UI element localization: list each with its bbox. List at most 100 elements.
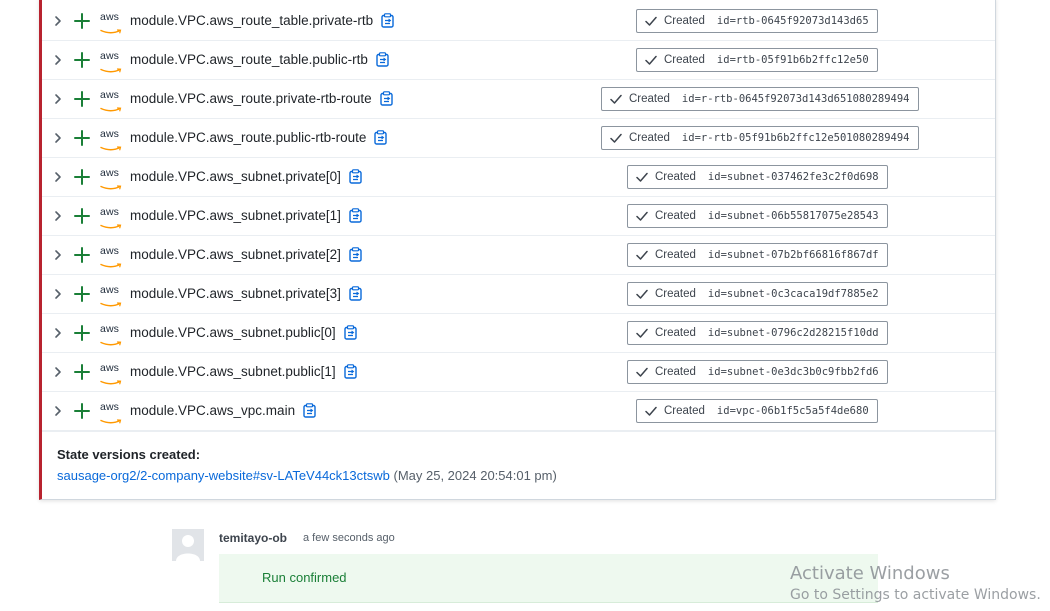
resource-row[interactable]: aws module.VPC.aws_vpc.main Created id=v…: [42, 392, 995, 431]
resource-name: module.VPC.aws_subnet.private[0]: [130, 169, 362, 187]
aws-logo-icon: aws: [100, 245, 122, 268]
state-version-link[interactable]: sausage-org2/2-company-website#sv-LATeV4…: [57, 468, 390, 483]
plus-icon: [74, 247, 90, 263]
chevron-right-icon[interactable]: [52, 287, 64, 301]
resource-row[interactable]: aws module.VPC.aws_subnet.private[1] Cre…: [42, 197, 995, 236]
resource-name: module.VPC.aws_route.private-rtb-route: [130, 91, 393, 109]
resource-name-text: module.VPC.aws_subnet.private[1]: [130, 208, 341, 223]
chevron-right-icon[interactable]: [52, 209, 64, 223]
resource-name: module.VPC.aws_vpc.main: [130, 403, 316, 421]
checkmark-icon: [645, 55, 657, 65]
clipboard-icon[interactable]: [379, 91, 393, 109]
checkmark-icon: [636, 367, 648, 377]
apply-results-panel: aws module.VPC.aws_route_table.private-r…: [39, 0, 996, 500]
resource-name-text: module.VPC.aws_subnet.private[3]: [130, 286, 341, 301]
resource-row[interactable]: aws module.VPC.aws_subnet.private[2] Cre…: [42, 236, 995, 275]
status-text: Created: [629, 93, 670, 105]
status-text: Created: [655, 327, 696, 339]
clipboard-icon[interactable]: [381, 13, 394, 31]
status-label: Created: [602, 88, 678, 110]
chevron-right-icon[interactable]: [52, 170, 64, 184]
plus-icon: [74, 208, 90, 224]
aws-logo-icon: aws: [100, 90, 122, 112]
resource-id: id=subnet-07b2bf66816f867df: [707, 249, 879, 261]
plus-icon: [74, 286, 90, 302]
status-badge: Created id=rtb-0645f92073d143d65: [636, 9, 878, 33]
chevron-right-icon[interactable]: [52, 248, 64, 262]
resource-name-text: module.VPC.aws_route.private-rtb-route: [130, 91, 372, 106]
chevron-right-icon[interactable]: [52, 131, 64, 145]
status-label: Created: [628, 166, 704, 188]
status-badge: Created id=subnet-06b55817075e28543: [627, 204, 888, 228]
divider: [42, 431, 995, 432]
clipboard-icon[interactable]: [343, 325, 357, 343]
resource-row[interactable]: aws module.VPC.aws_route.private-rtb-rou…: [42, 80, 995, 119]
plus-icon: [74, 325, 90, 341]
chevron-right-icon[interactable]: [52, 14, 64, 28]
clipboard-icon[interactable]: [349, 247, 362, 265]
status-text: Created: [664, 15, 705, 27]
clipboard-icon[interactable]: [374, 130, 388, 148]
resource-name-text: module.VPC.aws_route.public-rtb-route: [130, 130, 367, 145]
status-text: Created: [664, 54, 705, 66]
resource-name: module.VPC.aws_subnet.public[0]: [130, 325, 357, 343]
resource-name: module.VPC.aws_subnet.public[1]: [130, 364, 357, 382]
resource-id: id=r-rtb-05f91b6b2ffc12e501080289494: [681, 132, 910, 144]
resource-id: id=subnet-0c3caca19df7885e2: [707, 288, 879, 300]
clipboard-icon[interactable]: [349, 208, 362, 226]
plus-icon: [74, 13, 90, 29]
chevron-right-icon[interactable]: [52, 53, 64, 67]
status-badge: Created id=subnet-0e3dc3b0c9fbb2fd6: [627, 360, 888, 384]
checkmark-icon: [636, 172, 648, 182]
resource-row[interactable]: aws module.VPC.aws_route_table.public-rt…: [42, 41, 995, 80]
status-text: Created: [655, 366, 696, 378]
status-label: Created: [628, 361, 704, 383]
resource-row[interactable]: aws module.VPC.aws_subnet.private[3] Cre…: [42, 275, 995, 314]
checkmark-icon: [636, 289, 648, 299]
resource-row[interactable]: aws module.VPC.aws_subnet.public[1] Crea…: [42, 353, 995, 392]
resource-row[interactable]: aws module.VPC.aws_subnet.private[0] Cre…: [42, 158, 995, 197]
resource-name: module.VPC.aws_subnet.private[1]: [130, 208, 362, 226]
plus-icon: [74, 169, 90, 185]
clipboard-icon[interactable]: [343, 364, 357, 382]
chevron-right-icon[interactable]: [52, 365, 64, 379]
checkmark-icon: [645, 16, 657, 26]
status-badge: Created id=subnet-0c3caca19df7885e2: [627, 282, 888, 306]
status-badge: Created id=vpc-06b1f5c5a5f4de680: [636, 399, 878, 423]
clipboard-icon[interactable]: [376, 52, 389, 70]
aws-logo-text: aws: [100, 245, 119, 257]
status-text: Created: [664, 405, 705, 417]
resource-name: module.VPC.aws_route_table.private-rtb: [130, 13, 394, 31]
chevron-right-icon[interactable]: [52, 404, 64, 418]
resource-id: id=r-rtb-0645f92073d143d651080289494: [681, 93, 910, 105]
resource-id: id=rtb-0645f92073d143d65: [716, 15, 869, 27]
clipboard-icon[interactable]: [349, 169, 362, 187]
avatar: [172, 529, 204, 561]
plus-icon: [74, 52, 90, 68]
resource-row[interactable]: aws module.VPC.aws_route_table.private-r…: [42, 2, 995, 41]
status-label: Created: [628, 244, 704, 266]
aws-logo-icon: aws: [100, 324, 122, 346]
chevron-right-icon[interactable]: [52, 326, 64, 340]
resource-name: module.VPC.aws_subnet.private[2]: [130, 247, 362, 265]
chevron-right-icon[interactable]: [52, 92, 64, 106]
aws-logo-icon: aws: [100, 129, 122, 151]
status-badge: Created id=subnet-037462fe3c2f0d698: [627, 165, 888, 189]
resource-id: id=rtb-05f91b6b2ffc12e50: [716, 54, 869, 66]
resource-name: module.VPC.aws_route.public-rtb-route: [130, 130, 388, 148]
status-badge: Created id=subnet-0796c2d28215f10dd: [627, 321, 888, 345]
aws-logo-icon: aws: [100, 402, 122, 424]
resource-row[interactable]: aws module.VPC.aws_subnet.public[0] Crea…: [42, 314, 995, 353]
comment-author[interactable]: temitayo-ob: [219, 531, 287, 545]
clipboard-icon[interactable]: [349, 286, 362, 304]
checkmark-icon: [636, 250, 648, 260]
plus-icon: [74, 364, 90, 380]
resource-row[interactable]: aws module.VPC.aws_route.public-rtb-rout…: [42, 119, 995, 158]
status-label: Created: [628, 205, 704, 227]
clipboard-icon[interactable]: [303, 403, 316, 421]
checkmark-icon: [636, 328, 648, 338]
status-text: Created: [655, 171, 696, 183]
aws-logo-text: aws: [100, 50, 119, 62]
status-label: Created: [628, 322, 704, 344]
resource-name: module.VPC.aws_subnet.private[3]: [130, 286, 362, 304]
